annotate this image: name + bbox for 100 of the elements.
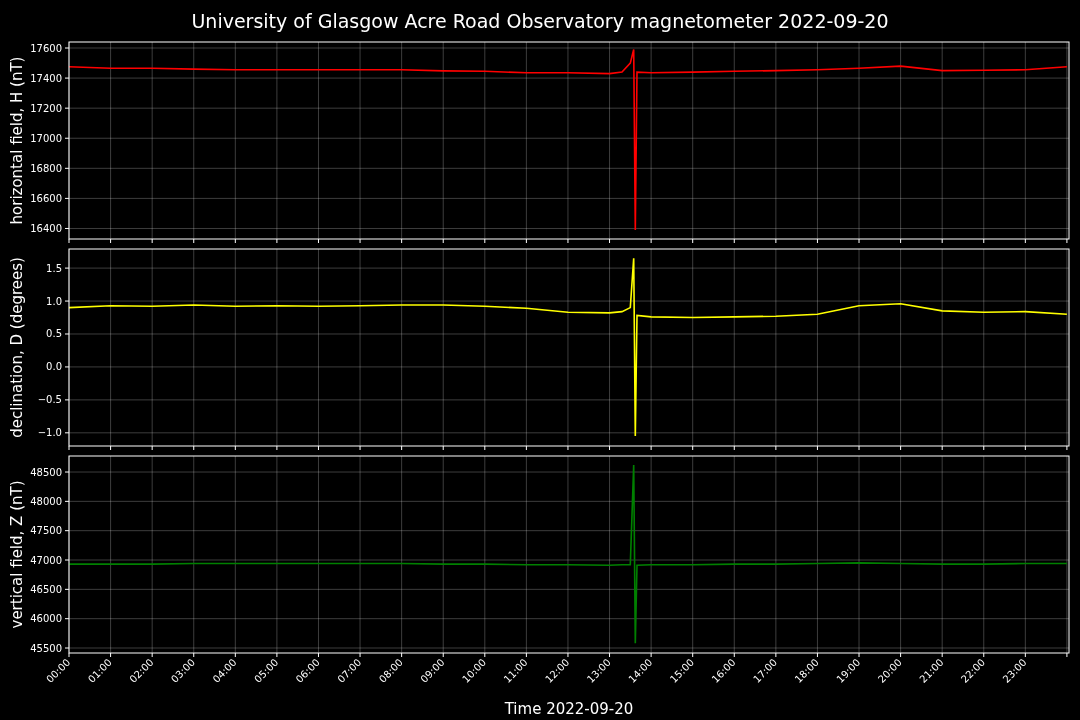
tick-mark <box>359 652 361 658</box>
tick-mark <box>234 652 236 658</box>
tick-mark <box>609 652 611 658</box>
tick-mark <box>68 238 70 244</box>
tick-mark <box>359 445 361 451</box>
tick-mark <box>276 238 278 244</box>
tick-mark <box>816 652 818 658</box>
tick-label: 48500 <box>30 466 62 478</box>
tick-mark <box>401 238 403 244</box>
tick-mark <box>941 652 943 658</box>
tick-mark <box>110 238 112 244</box>
tick-mark <box>1024 238 1026 244</box>
tick-mark <box>401 445 403 451</box>
tick-mark <box>816 238 818 244</box>
tick-mark <box>609 238 611 244</box>
tick-mark <box>64 333 70 335</box>
tick-mark <box>234 238 236 244</box>
tick-mark <box>318 238 319 244</box>
tick-mark <box>64 167 70 169</box>
tick-mark <box>64 366 70 368</box>
tick-mark <box>525 445 527 451</box>
tick-label: 17400 <box>30 72 62 84</box>
tick-mark <box>234 445 236 451</box>
tick-mark <box>276 445 278 451</box>
tick-mark <box>442 238 444 244</box>
tick-mark <box>64 559 70 561</box>
tick-mark <box>484 445 486 451</box>
tick-mark <box>64 47 70 49</box>
tick-mark <box>64 197 70 199</box>
tick-mark <box>318 652 319 658</box>
tick-mark <box>1066 652 1068 658</box>
tick-mark <box>775 652 777 658</box>
tick-label: 0.5 <box>46 328 62 340</box>
tick-mark <box>733 445 735 451</box>
tick-mark <box>692 445 694 451</box>
tick-label: −1.0 <box>37 427 62 439</box>
axis-label: Time 2022-09-20 <box>504 700 634 718</box>
tick-mark <box>567 652 569 658</box>
tick-label: 16800 <box>30 162 62 174</box>
tick-mark <box>900 238 902 244</box>
tick-mark <box>650 445 652 451</box>
tick-mark <box>1024 652 1026 658</box>
tick-mark <box>64 227 70 229</box>
tick-mark <box>858 652 860 658</box>
tick-mark <box>68 445 70 451</box>
tick-mark <box>401 652 403 658</box>
tick-mark <box>151 445 153 451</box>
tick-mark <box>692 652 694 658</box>
tick-mark <box>1024 445 1026 451</box>
tick-mark <box>442 652 444 658</box>
tick-mark <box>775 445 777 451</box>
tick-mark <box>64 300 70 302</box>
tick-label: 46500 <box>30 583 62 595</box>
tick-mark <box>64 399 70 401</box>
tick-mark <box>64 471 70 473</box>
tick-label: 1.5 <box>46 262 62 274</box>
tick-mark <box>983 445 985 451</box>
tick-mark <box>64 618 70 620</box>
tick-mark <box>609 445 611 451</box>
tick-label: 16400 <box>30 222 62 234</box>
tick-mark <box>193 652 195 658</box>
tick-mark <box>983 238 985 244</box>
tick-mark <box>64 137 70 139</box>
tick-mark <box>64 588 70 590</box>
tick-label: 17000 <box>30 132 62 144</box>
tick-mark <box>318 445 319 451</box>
tick-label: 47500 <box>30 525 62 537</box>
tick-mark <box>650 652 652 658</box>
tick-mark <box>775 238 777 244</box>
tick-mark <box>941 238 943 244</box>
tick-mark <box>193 445 195 451</box>
tick-label: 45500 <box>30 642 62 654</box>
tick-mark <box>151 652 153 658</box>
axis-label: declination, D (degrees) <box>8 257 26 438</box>
tick-mark <box>858 445 860 451</box>
axis-label: vertical field, Z (nT) <box>8 480 26 629</box>
tick-mark <box>64 530 70 532</box>
tick-mark <box>858 238 860 244</box>
tick-mark <box>64 500 70 502</box>
tick-label: 46000 <box>30 613 62 625</box>
tick-mark <box>193 238 195 244</box>
tick-mark <box>484 238 486 244</box>
tick-mark <box>983 652 985 658</box>
axis-label: horizontal field, H (nT) <box>8 56 26 225</box>
tick-mark <box>567 445 569 451</box>
tick-label: 16600 <box>30 192 62 204</box>
tick-mark <box>110 445 112 451</box>
tick-mark <box>1066 238 1068 244</box>
tick-label: 48000 <box>30 495 62 507</box>
tick-mark <box>442 445 444 451</box>
tick-mark <box>64 432 70 434</box>
tick-label: −0.5 <box>37 394 62 406</box>
tick-mark <box>733 652 735 658</box>
tick-label: 17600 <box>30 42 62 54</box>
tick-mark <box>110 652 112 658</box>
tick-mark <box>525 652 527 658</box>
tick-mark <box>816 445 818 451</box>
tick-mark <box>567 238 569 244</box>
tick-mark <box>733 238 735 244</box>
tick-mark <box>900 652 902 658</box>
